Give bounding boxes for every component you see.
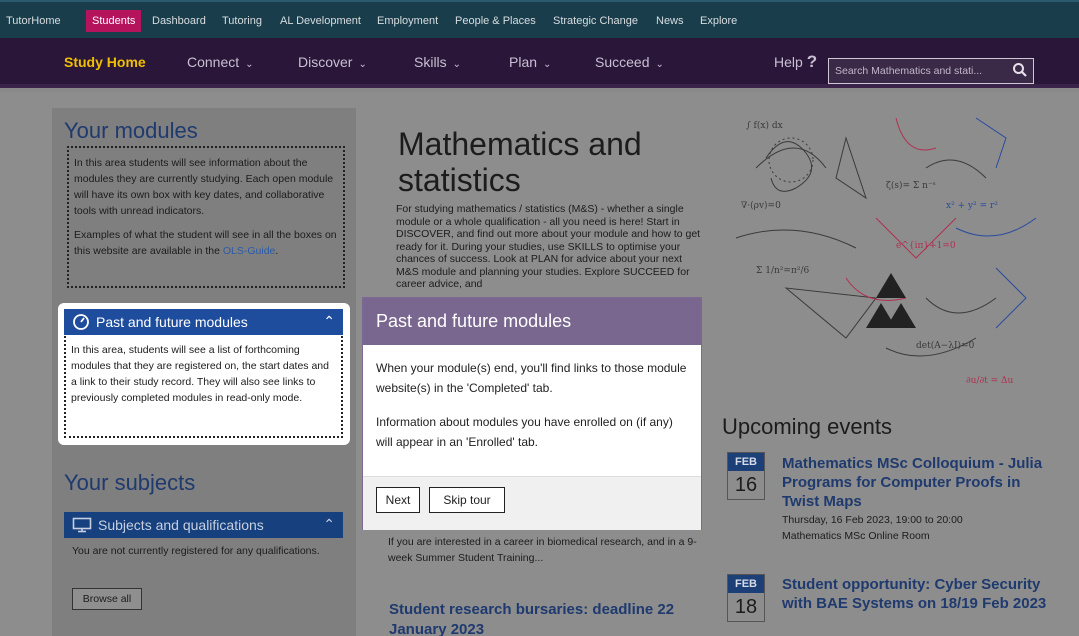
chevron-down-icon: ⌄ <box>245 59 254 70</box>
modules-info-box: In this area students will see informati… <box>67 146 345 288</box>
subjects-qualifications-title: Subjects and qualifications <box>98 517 264 533</box>
help-link[interactable]: Help? <box>774 52 817 72</box>
mainnav-succeed-label: Succeed <box>595 54 650 70</box>
topnav-news[interactable]: News <box>656 10 684 32</box>
doodle-fragment: ζ(s)= Σ n⁻ˢ <box>886 180 936 191</box>
next-button[interactable]: Next <box>376 487 420 513</box>
doodle-fragment: Σ 1/n²=π²/6 <box>756 266 809 276</box>
chevron-down-icon: ⌄ <box>655 59 664 70</box>
chevron-down-icon: ⌄ <box>358 59 367 70</box>
topnav-al-development[interactable]: AL Development <box>280 10 361 32</box>
subjects-qualifications-panel-header[interactable]: Subjects and qualifications ⌃ <box>64 512 343 538</box>
clock-icon <box>72 313 90 334</box>
mainnav-connect-label: Connect <box>187 54 240 70</box>
topnav-people-places[interactable]: People & Places <box>455 10 536 32</box>
doodle-fragment: e^{iπ}+1=0 <box>896 241 956 251</box>
event-month: FEB <box>728 575 764 593</box>
intro-text: For studying mathematics / statistics (M… <box>396 203 701 290</box>
mainnav-plan-label: Plan <box>509 54 538 70</box>
ols-guide-link[interactable]: OLS-Guide <box>223 245 276 257</box>
your-modules-heading: Your modules <box>64 118 198 143</box>
tour-popover-header: Past and future modules <box>363 298 701 345</box>
topnav-dashboard[interactable]: Dashboard <box>152 10 206 32</box>
chevron-up-icon[interactable]: ⌃ <box>323 313 335 330</box>
event-title-link[interactable]: Mathematics MSc Colloquium - Julia Progr… <box>782 454 1047 511</box>
event-day: 16 <box>734 474 758 496</box>
upcoming-events-heading: Upcoming events <box>722 414 892 439</box>
topnav-strategic-change[interactable]: Strategic Change <box>553 10 638 32</box>
skip-tour-button[interactable]: Skip tour <box>429 487 505 513</box>
event-date-badge: FEB 18 <box>727 574 765 622</box>
tour-popover: Past and future modules When your module… <box>362 297 702 530</box>
modules-intro-text: In this area students will see informati… <box>74 157 334 217</box>
past-future-modules-panel-header[interactable]: Past and future modules ⌃ <box>64 309 343 335</box>
search-input[interactable]: Search Mathematics and stati... <box>828 58 1034 84</box>
topnav-tutorhome[interactable]: TutorHome <box>6 10 61 32</box>
tour-popover-paragraph: Information about modules you have enrol… <box>376 415 673 449</box>
mainnav-study-home[interactable]: Study Home <box>64 54 146 70</box>
subjects-status-text: You are not currently registered for any… <box>72 545 320 557</box>
page-title: Mathematics and statistics <box>398 126 642 198</box>
mathematics-doodle-image: ∫ f(x) dx ζ(s)= Σ n⁻ˢ ∇·(ρv)=0 e^{iπ}+1=… <box>735 117 1037 386</box>
tour-popover-title: Past and future modules <box>376 311 572 331</box>
top-navigation-bar: TutorHome Students Dashboard Tutoring AL… <box>0 0 1079 38</box>
doodle-fragment: ∂u/∂t = Δu <box>966 376 1014 386</box>
mainnav-connect[interactable]: Connect ⌄ <box>187 54 254 70</box>
search-icon[interactable] <box>1012 62 1028 83</box>
chevron-up-icon[interactable]: ⌃ <box>323 516 335 533</box>
mainnav-succeed[interactable]: Succeed ⌄ <box>595 54 664 70</box>
chevron-down-icon: ⌄ <box>543 59 552 70</box>
news-item-snippet: If you are interested in a career in bio… <box>388 536 697 564</box>
monitor-icon <box>72 517 92 536</box>
event-day: 18 <box>734 596 758 618</box>
your-subjects-heading: Your subjects <box>64 470 196 495</box>
doodle-fragment: det(A−λI)=0 <box>916 340 975 351</box>
event-location: Mathematics MSc Online Room <box>782 530 930 542</box>
mainnav-plan[interactable]: Plan ⌄ <box>509 54 551 70</box>
mainnav-skills-label: Skills <box>414 54 447 70</box>
tour-popover-body: When your module(s) end, you'll find lin… <box>376 358 688 452</box>
mainnav-discover[interactable]: Discover ⌄ <box>298 54 367 70</box>
past-future-modules-title: Past and future modules <box>96 314 248 330</box>
topnav-students[interactable]: Students <box>86 10 142 32</box>
event-time: Thursday, 16 Feb 2023, 19:00 to 20:00 <box>782 514 963 526</box>
tour-popover-footer: Next Skip tour <box>363 476 701 530</box>
browse-all-button[interactable]: Browse all <box>72 588 142 610</box>
modules-examples-text: Examples of what the student will see in… <box>74 227 338 259</box>
bursary-news-link[interactable]: Student research bursaries: deadline 22 … <box>389 600 719 636</box>
topnav-tutoring[interactable]: Tutoring <box>222 10 262 32</box>
help-label: Help <box>774 54 803 70</box>
modules-examples-suffix: . <box>275 245 279 257</box>
chevron-down-icon: ⌄ <box>452 59 462 70</box>
doodle-fragment: ∫ f(x) dx <box>746 120 783 131</box>
event-month: FEB <box>728 453 764 471</box>
mainnav-discover-label: Discover <box>298 54 353 70</box>
help-question-mark: ? <box>806 52 818 71</box>
modules-examples-prefix: Examples of what the student will see in… <box>74 229 337 257</box>
topnav-explore[interactable]: Explore <box>700 10 737 32</box>
topnav-employment[interactable]: Employment <box>377 10 438 32</box>
doodle-fragment: x² + y² = r² <box>946 201 998 211</box>
search-placeholder: Search Mathematics and stati... <box>835 65 983 77</box>
doodle-fragment: ∇·(ρv)=0 <box>741 200 781 211</box>
past-future-modules-info: In this area, students will see a list o… <box>64 336 343 438</box>
mainnav-skills[interactable]: Skills ⌄ <box>414 54 461 70</box>
event-date-badge: FEB 16 <box>727 452 765 500</box>
event-title-link[interactable]: Student opportunity: Cyber Security with… <box>782 575 1047 613</box>
tour-popover-paragraph: When your module(s) end, you'll find lin… <box>376 361 687 395</box>
